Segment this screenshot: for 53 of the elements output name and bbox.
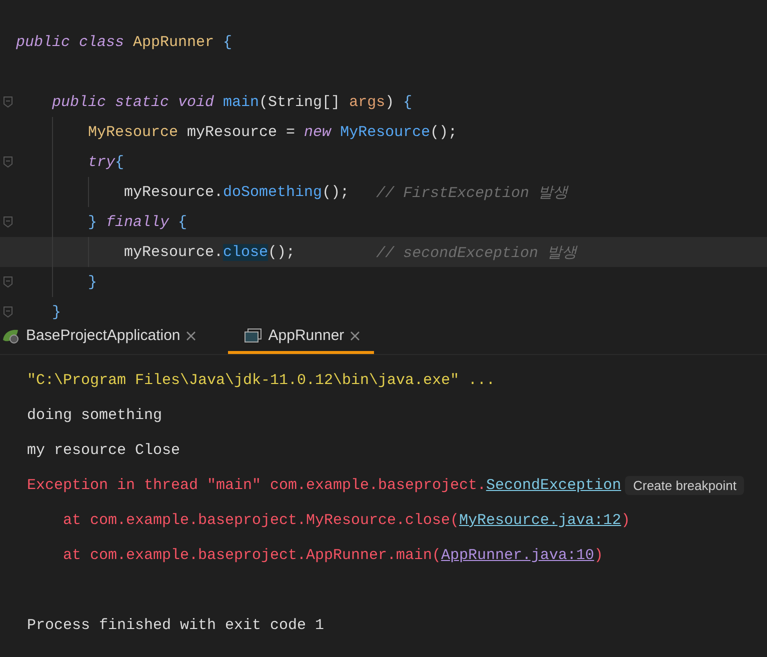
console-text: "C:\Program Files\Java\jdk-11.0.12\bin\java.exe" ... bbox=[27, 372, 496, 389]
code-token: } bbox=[88, 274, 98, 290]
console-text: ) bbox=[621, 512, 630, 529]
code-token: args bbox=[349, 94, 386, 110]
code-token: myResource = bbox=[186, 124, 296, 140]
code-token: AppRunner bbox=[133, 34, 214, 50]
source-link[interactable]: MyResource.java:12 bbox=[459, 512, 622, 529]
code-token: { bbox=[403, 94, 412, 110]
code-token: MyResource bbox=[340, 124, 430, 140]
code-comment: // secondException 발생 bbox=[376, 244, 578, 262]
source-link[interactable]: AppRunner.java:10 bbox=[441, 547, 594, 564]
code-token: doSomething bbox=[223, 184, 322, 200]
fold-icon[interactable] bbox=[3, 216, 13, 228]
console-text: ) bbox=[594, 547, 604, 564]
code-token: { bbox=[222, 34, 232, 50]
code-token: (); bbox=[268, 244, 296, 260]
console-text: Process finished with exit code 1 bbox=[27, 617, 324, 634]
console-text: Exception in thread "main" com.example.baseproject. bbox=[27, 477, 486, 494]
fold-icon[interactable] bbox=[3, 276, 13, 288]
fold-icon[interactable] bbox=[3, 306, 13, 318]
code-token: close bbox=[223, 244, 268, 260]
code-token: (); bbox=[430, 124, 458, 140]
run-tab[interactable]: AppRunner bbox=[228, 320, 374, 354]
code-token: main bbox=[223, 94, 260, 110]
breakpoint-tooltip[interactable]: Create breakpoint bbox=[625, 476, 744, 495]
code-token: (); bbox=[322, 184, 350, 200]
code-comment: // FirstException 발생 bbox=[376, 184, 568, 202]
code-token: } bbox=[88, 214, 98, 230]
run-tab[interactable]: BaseProjectApplication bbox=[0, 320, 210, 354]
code-token: new bbox=[304, 124, 332, 140]
code-token: { bbox=[178, 214, 188, 230]
code-token: MyResource bbox=[88, 124, 178, 140]
console-text: at com.example.baseproject.AppRunner.main( bbox=[63, 547, 442, 564]
code-token: public static void bbox=[52, 94, 216, 110]
code-token: } bbox=[52, 304, 62, 320]
code-token: ) bbox=[385, 94, 396, 110]
console-text: at com.example.baseproject.MyResource.close( bbox=[63, 512, 460, 529]
code-token: try bbox=[88, 154, 116, 170]
console-text: doing something bbox=[27, 407, 162, 424]
code-token: public class bbox=[16, 34, 126, 50]
code-token: myResource. bbox=[124, 244, 224, 260]
fold-icon[interactable] bbox=[3, 156, 13, 168]
fold-icon[interactable] bbox=[3, 96, 13, 108]
close-icon[interactable] bbox=[186, 330, 196, 340]
window-icon bbox=[244, 328, 262, 344]
close-icon[interactable] bbox=[350, 330, 360, 340]
console-text: my resource Close bbox=[27, 442, 180, 459]
source-link[interactable]: SecondException bbox=[486, 477, 622, 494]
code-token: { bbox=[115, 154, 124, 170]
code-token: myResource. bbox=[124, 184, 224, 200]
code-token: (String[] bbox=[259, 94, 342, 110]
code-token: finally bbox=[106, 214, 170, 230]
leaf-icon bbox=[2, 328, 20, 344]
